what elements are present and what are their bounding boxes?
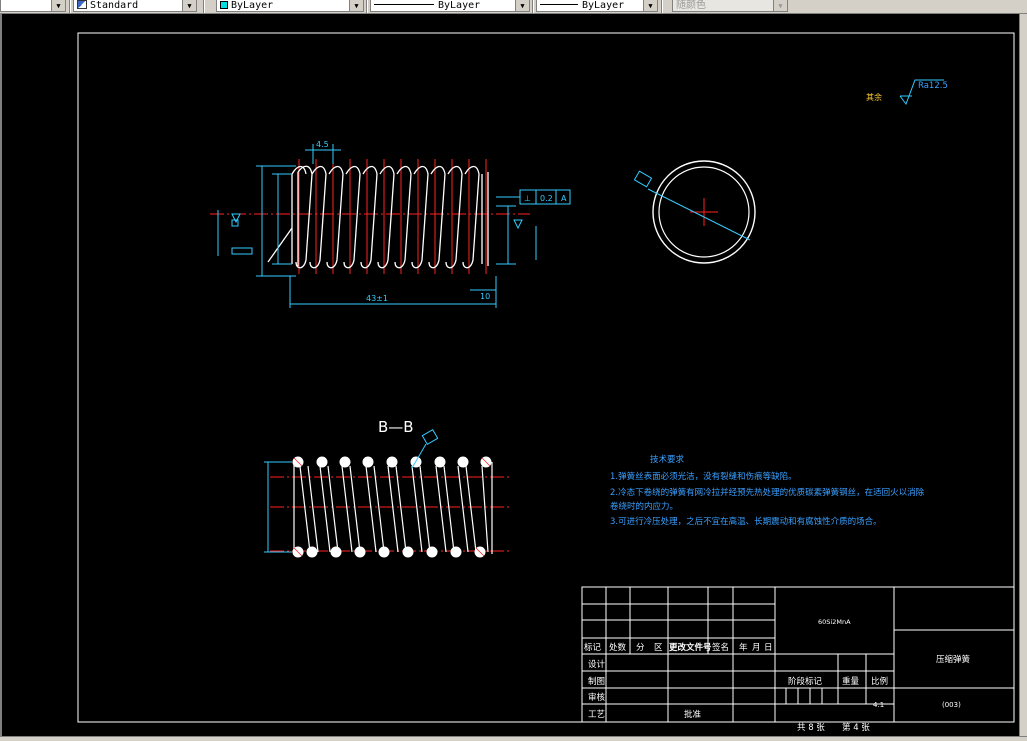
cad-drawing: 其余 Ra12.5 43±1 10 4.5 0.2 A ⊥ B—B 技术要求 1… bbox=[0, 14, 1015, 736]
chevron-down-icon: ▼ bbox=[51, 0, 65, 11]
spring-dimensions bbox=[217, 144, 571, 308]
tb-header-cell: 区 bbox=[654, 643, 663, 653]
tol-symbol-text: ⊥ bbox=[524, 194, 531, 203]
text-style-icon bbox=[77, 0, 87, 9]
technical-requirements: 技术要求 1.弹簧丝表面必须光洁，没有裂缝和伤痕等缺陷。 2.冷态下卷绕的弹簧有… bbox=[610, 454, 925, 527]
tb-stage-mark-label: 阶段标记 bbox=[788, 676, 823, 687]
tb-header-cell: 月 bbox=[752, 643, 761, 653]
section-coils bbox=[293, 462, 493, 554]
tb-role-label: 制图 bbox=[588, 676, 605, 687]
tb-scale-label: 比例 bbox=[871, 676, 888, 687]
tb-material: 60Si2MnA bbox=[818, 618, 851, 626]
linetype-dropdown[interactable]: ByLayer ▼ bbox=[370, 0, 530, 12]
toolbar-separator bbox=[532, 0, 534, 13]
toolbar-separator bbox=[661, 0, 663, 13]
tb-weight-label: 重量 bbox=[842, 676, 860, 687]
lineweight-dropdown[interactable]: ByLayer ▼ bbox=[536, 0, 658, 12]
tb-scale-value: 4:1 bbox=[873, 701, 884, 709]
coil-axis-lines bbox=[298, 159, 487, 274]
title-block: 标记 处数 分 区 更改文件号 签名 年 月 日 设计 制图 审核 工艺 批准 … bbox=[581, 586, 1015, 733]
tb-role-label: 审核 bbox=[588, 692, 606, 703]
surface-roughness-note: 其余 Ra12.5 bbox=[866, 79, 948, 106]
tb-header-cell: 分 bbox=[636, 643, 645, 653]
tb-role-label: 设计 bbox=[588, 659, 606, 670]
tb-part-name: 压缩弹簧 bbox=[936, 654, 971, 665]
tb-header-cell: 标记 bbox=[584, 642, 602, 653]
linetype-value: ByLayer bbox=[438, 0, 481, 11]
text-style-dropdown[interactable]: Standard ▼ bbox=[73, 0, 197, 12]
tb-header-cell: 更改文件号 bbox=[669, 642, 712, 653]
vertical-scrollbar[interactable] bbox=[1019, 14, 1027, 736]
tol-value-text: 0.2 bbox=[540, 194, 553, 203]
spring-side-view: 43±1 10 4.5 0.2 A ⊥ bbox=[210, 140, 571, 308]
color-swatch-icon bbox=[220, 1, 228, 9]
tb-header-cell: 处数 bbox=[609, 642, 627, 653]
sheet-border bbox=[77, 32, 1015, 723]
plotstyle-value: 随颜色 bbox=[676, 0, 706, 11]
tech-req-title: 技术要求 bbox=[650, 454, 685, 465]
lineweight-preview-icon bbox=[540, 4, 578, 5]
tech-req-line: 1.弹簧丝表面必须光洁，没有裂缝和伤痕等缺陷。 bbox=[610, 471, 797, 482]
left-dropdown[interactable]: ▼ bbox=[0, 0, 66, 12]
text-style-value: Standard bbox=[90, 0, 139, 11]
drawing-canvas[interactable]: 其余 Ra12.5 43±1 10 4.5 0.2 A ⊥ B—B 技术要求 1… bbox=[0, 14, 1019, 736]
tb-approve-label: 批准 bbox=[684, 709, 702, 720]
section-label: B—B bbox=[378, 418, 414, 436]
tech-req-line: 3.可进行冷压处理，之后不宜在高温、长期震动和有腐蚀性介质的场合。 bbox=[610, 516, 882, 527]
section-bb-view: B—B bbox=[264, 418, 510, 558]
dim-length-text: 43±1 bbox=[366, 294, 388, 303]
tb-header-cell: 年 bbox=[739, 642, 748, 653]
color-dropdown[interactable]: ByLayer ▼ bbox=[216, 0, 364, 12]
toolbar-separator bbox=[366, 0, 368, 13]
tb-sheet-total: 共 8 张 bbox=[797, 723, 825, 733]
tb-drawing-number: (003) bbox=[942, 701, 961, 709]
tb-sheet-index: 第 4 张 bbox=[842, 722, 870, 733]
roughness-value: Ra12.5 bbox=[918, 81, 948, 91]
section-dimensions bbox=[264, 428, 439, 553]
roughness-box-icon bbox=[633, 170, 653, 188]
chevron-down-icon: ▼ bbox=[773, 0, 787, 11]
spring-coils bbox=[267, 165, 489, 269]
lineweight-value: ByLayer bbox=[582, 0, 625, 11]
tb-role-label: 工艺 bbox=[588, 710, 605, 720]
spring-end-view bbox=[633, 160, 756, 264]
toolbar-separator bbox=[203, 0, 205, 13]
horizontal-scrollbar[interactable] bbox=[0, 736, 1027, 741]
chevron-down-icon: ▼ bbox=[349, 0, 363, 11]
linetype-preview-icon bbox=[374, 4, 434, 5]
chevron-down-icon: ▼ bbox=[643, 0, 657, 11]
toolbar-separator bbox=[69, 0, 71, 13]
tb-header-cell: 日 bbox=[764, 643, 773, 653]
tech-req-line: 卷绕时的内应力。 bbox=[610, 501, 678, 512]
tol-datum-text: A bbox=[561, 194, 567, 203]
color-value: ByLayer bbox=[231, 0, 274, 11]
plotstyle-dropdown[interactable]: 随颜色 ▼ bbox=[672, 0, 788, 12]
properties-toolbar: ▼ Standard ▼ ByLayer ▼ ByLayer ▼ ByLayer… bbox=[0, 0, 1027, 14]
dim-pitch-text: 4.5 bbox=[316, 140, 329, 149]
roughness-rest-label: 其余 bbox=[866, 92, 882, 102]
tb-header-cell: 签名 bbox=[712, 642, 729, 653]
chevron-down-icon: ▼ bbox=[515, 0, 529, 11]
dim-end-text: 10 bbox=[480, 292, 490, 301]
chevron-down-icon: ▼ bbox=[182, 0, 196, 11]
tech-req-line: 2.冷态下卷绕的弹簧有网冷拉并经预先热处理的优质碳素弹簧钢丝，在适回火以消除 bbox=[610, 487, 925, 498]
